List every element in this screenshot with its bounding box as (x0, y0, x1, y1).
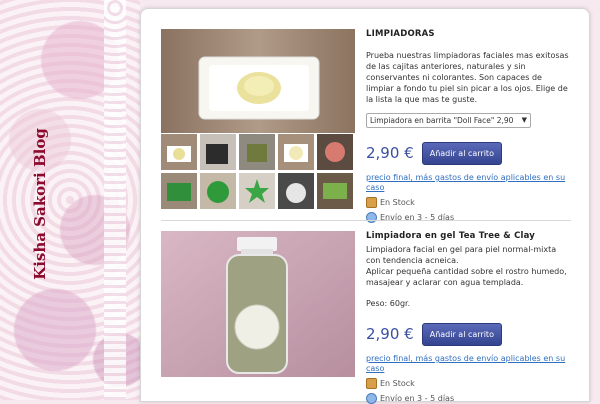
thumbnail[interactable] (200, 173, 236, 209)
shipping-info-link[interactable]: precio final, más gastos de envío aplica… (366, 173, 571, 193)
product-image-gel-bottle[interactable] (161, 231, 355, 377)
description-line: Limpiadora facial en gel para piel norma… (366, 245, 557, 265)
product-info: LIMPIADORAS Prueba nuestras limpiadoras … (366, 29, 571, 223)
product-title: LIMPIADORAS (366, 29, 435, 39)
product-description: Limpiadora facial en gel para piel norma… (366, 244, 571, 288)
thumbnail[interactable] (278, 173, 314, 209)
thumbnail[interactable] (317, 173, 353, 209)
thumbnail[interactable] (161, 134, 197, 170)
add-to-cart-button[interactable]: Añadir al carrito (421, 323, 502, 346)
stock-label: En Stock (380, 379, 415, 388)
thumbnail[interactable] (239, 173, 275, 209)
product-price: 2,90 € (366, 144, 414, 162)
stock-label: En Stock (380, 198, 415, 207)
clock-icon (366, 212, 377, 223)
product-description: Prueba nuestras limpiadoras faciales mas… (366, 51, 569, 104)
product-weight: Peso: 60gr. (366, 299, 411, 308)
stock-status: En Stock (366, 378, 571, 389)
blog-title: Kisha Sakori Blog (31, 128, 49, 280)
lace-border (104, 0, 126, 400)
variant-select[interactable]: Limpiadora en barrita "Doll Face" 2,90 ▼ (366, 113, 531, 128)
chevron-down-icon: ▼ (521, 116, 527, 124)
thumbnail[interactable] (200, 134, 236, 170)
delivery-status: Envío en 3 - 5 días (366, 393, 571, 404)
thumbnail[interactable] (278, 134, 314, 170)
product-title: Limpiadora en gel Tea Tree & Clay (366, 231, 536, 241)
box-icon (366, 197, 377, 208)
variant-select-value: Limpiadora en barrita "Doll Face" 2,90 (370, 116, 514, 125)
thumbnail[interactable] (239, 134, 275, 170)
product-panel: LIMPIADORAS Prueba nuestras limpiadoras … (140, 8, 590, 404)
delivery-label: Envío en 3 - 5 días (380, 394, 455, 403)
thumbnail-grid (161, 134, 355, 209)
description-line: Aplicar pequeña cantidad sobre el rostro… (366, 267, 567, 287)
product-price: 2,90 € (366, 325, 414, 343)
box-icon (366, 378, 377, 389)
delivery-label: Envío en 3 - 5 días (380, 213, 455, 222)
shipping-info-link[interactable]: precio final, más gastos de envío aplica… (366, 354, 571, 374)
thumbnail[interactable] (161, 173, 197, 209)
delivery-status: Envío en 3 - 5 días (366, 212, 571, 223)
product-image-soap[interactable] (161, 29, 355, 133)
stock-status: En Stock (366, 197, 571, 208)
product-divider (161, 220, 571, 221)
add-to-cart-button[interactable]: Añadir al carrito (421, 142, 502, 165)
thumbnail[interactable] (317, 134, 353, 170)
clock-icon (366, 393, 377, 404)
product-info: Limpiadora en gel Tea Tree & Clay Limpia… (366, 231, 571, 404)
